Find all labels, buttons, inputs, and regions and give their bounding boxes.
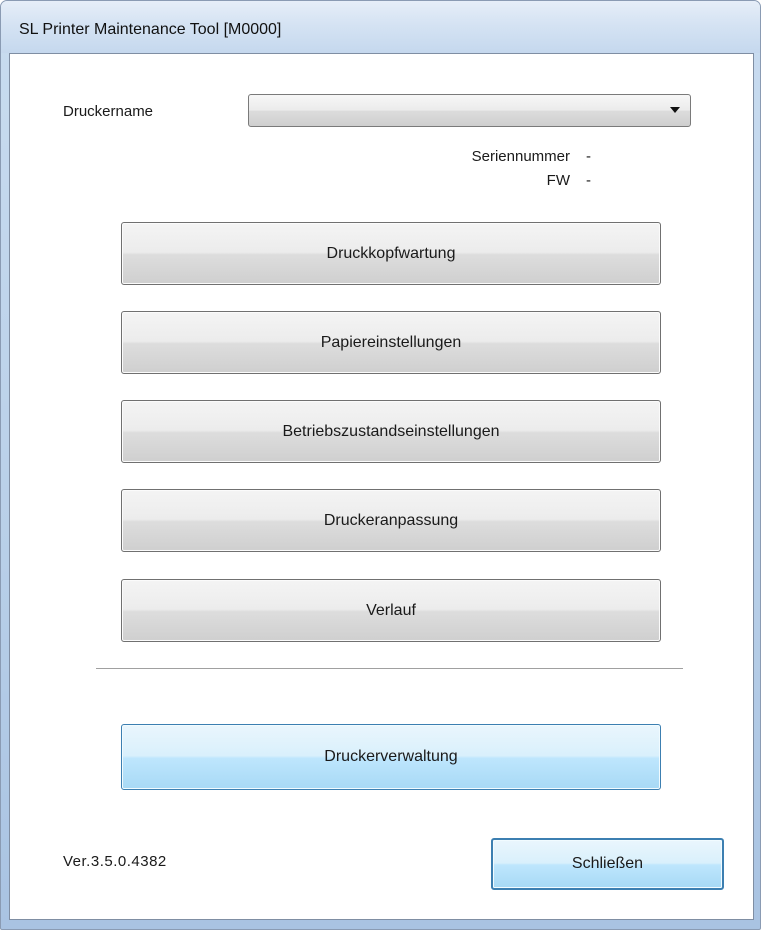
window-title: SL Printer Maintenance Tool [M0000] [19, 21, 282, 38]
dialog-body: Druckername Seriennummer - FW - Druckkop… [9, 53, 754, 920]
serial-number-label: Seriennummer [471, 148, 570, 165]
printer-name-label: Druckername [63, 103, 154, 120]
title-bar[interactable]: SL Printer Maintenance Tool [M0000] [1, 1, 760, 53]
serial-number-value: - [586, 148, 591, 165]
fw-value: - [586, 172, 591, 189]
history-button[interactable]: Verlauf [121, 579, 661, 642]
app-window: SL Printer Maintenance Tool [M0000] Druc… [0, 0, 761, 930]
operating-settings-button[interactable]: Betriebszustandseinstellungen [121, 400, 661, 463]
fw-label: FW [546, 172, 570, 189]
close-button[interactable]: Schließen [491, 838, 724, 890]
head-maintenance-button[interactable]: Druckkopfwartung [121, 222, 661, 285]
paper-settings-button[interactable]: Papiereinstellungen [121, 311, 661, 374]
printer-adjustment-button[interactable]: Druckeranpassung [121, 489, 661, 552]
version-label: Ver.3.5.0.4382 [63, 853, 167, 870]
chevron-down-icon [670, 107, 680, 113]
divider [96, 668, 683, 670]
printer-name-dropdown[interactable] [248, 94, 691, 127]
printer-management-button[interactable]: Druckerverwaltung [121, 724, 661, 790]
